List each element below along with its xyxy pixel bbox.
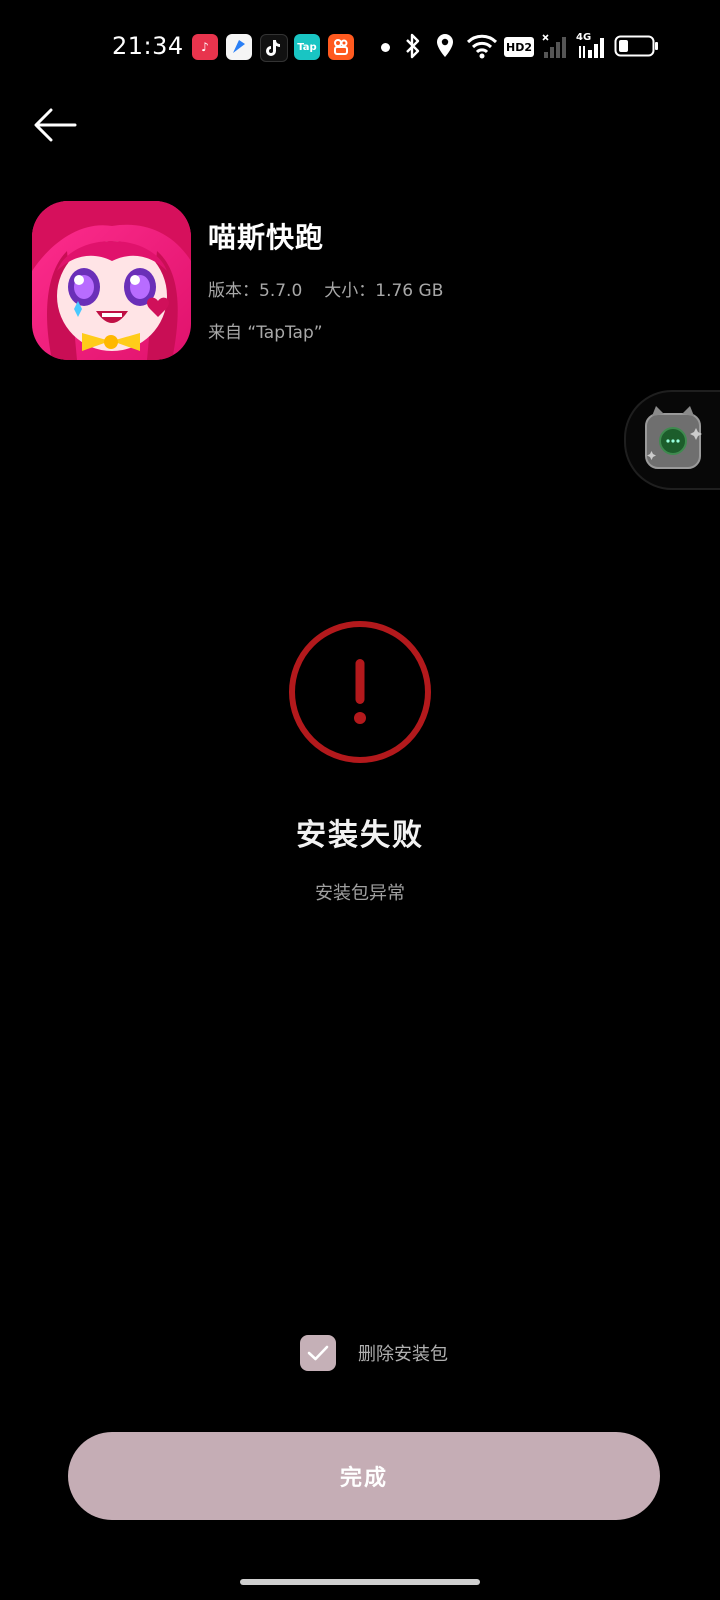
done-button[interactable]: 完成 [68, 1432, 660, 1520]
version-value: 5.7.0 [259, 281, 303, 301]
app-version-size: 版本：5.7.0 大小：1.76 GB [208, 276, 443, 301]
location-icon [437, 34, 453, 57]
checkmark-icon [307, 1345, 329, 1361]
size-label: 大小： [324, 281, 376, 301]
delete-package-option[interactable]: 删除安装包 [300, 1334, 448, 1372]
clock: 21:34 [112, 32, 184, 60]
floating-assistant-ball[interactable] [624, 390, 720, 490]
browser-app-icon [226, 34, 252, 60]
bluetooth-icon [406, 33, 420, 59]
notification-dot [381, 43, 390, 52]
taptap-app-icon: Tap [294, 34, 320, 60]
battery-icon [614, 35, 658, 57]
delete-package-label: 删除安装包 [358, 1344, 448, 1365]
back-button[interactable] [30, 100, 80, 150]
app-name: 喵斯快跑 [208, 221, 325, 254]
hd-voice-badge: HD2 [504, 37, 534, 57]
delete-package-checkbox[interactable] [300, 1335, 336, 1371]
size-value: 1.76 GB [375, 281, 444, 301]
robot-assistant-icon [645, 406, 702, 469]
signal-sim1-icon [542, 34, 566, 58]
arrow-left-icon [34, 108, 77, 142]
status-bar: 21:34 ♪ Tap HD2 4G [0, 0, 720, 96]
error-warning-icon [289, 621, 431, 763]
version-label: 版本： [208, 281, 259, 301]
kuaishou-app-icon [328, 34, 354, 60]
signal-sim2-icon [579, 38, 604, 58]
install-status-title: 安装失败 [296, 818, 424, 853]
app-icon [32, 201, 191, 360]
wifi-icon [466, 34, 498, 59]
app-source: 来自 “TapTap” [208, 323, 323, 343]
tiktok-app-icon [260, 34, 288, 62]
install-status-reason: 安装包异常 [315, 883, 405, 904]
music-app-icon: ♪ [192, 34, 218, 60]
home-indicator[interactable] [240, 1579, 480, 1585]
